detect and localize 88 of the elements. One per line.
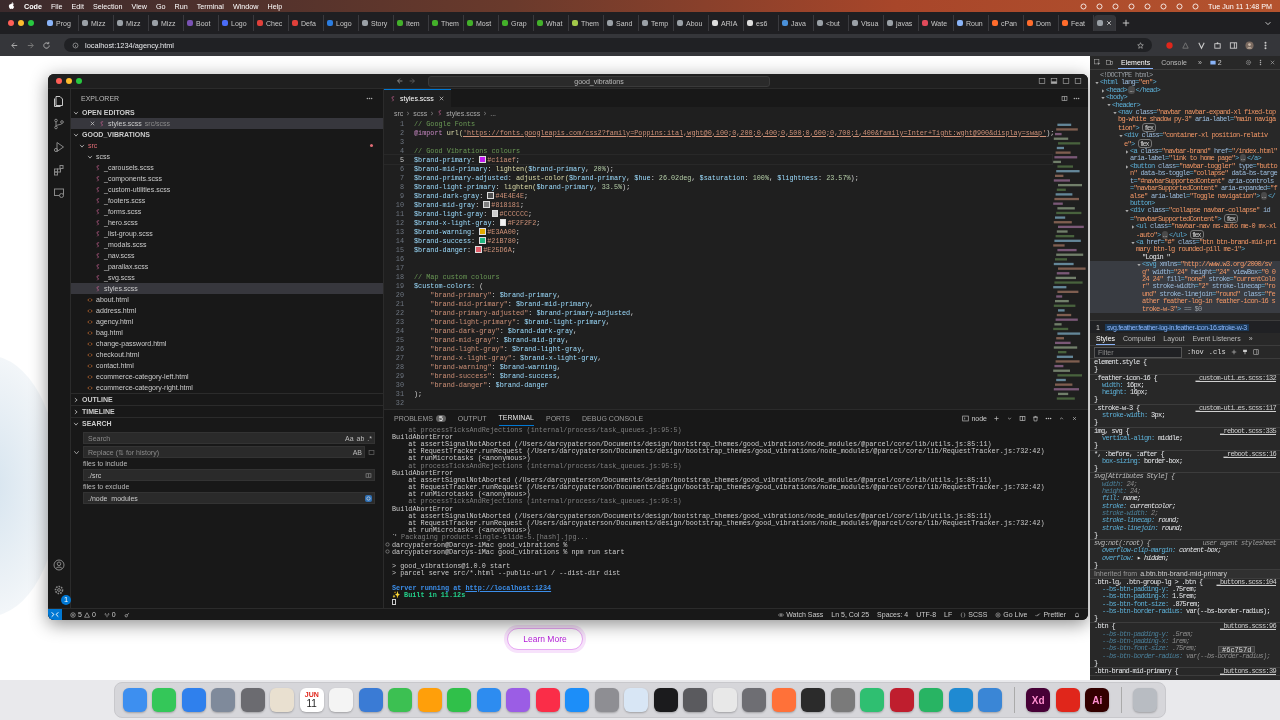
code-file-icon [87,373,93,380]
forward-icon[interactable] [408,77,416,85]
info-icon[interactable] [72,41,79,49]
disclosure-triangle-icon [1125,149,1129,154]
code-file-icon [87,340,93,347]
replace-icon[interactable] [368,448,375,456]
disclosure-triangle-icon [1125,209,1129,213]
new-tab-icon[interactable] [1122,19,1130,27]
forward-icon[interactable] [26,40,35,50]
code-file-icon [87,318,93,325]
code-file-icon [87,384,93,391]
chevron-icon [406,110,411,116]
gear-icon[interactable] [365,494,372,502]
message-icon [1209,59,1216,66]
code-file-icon [87,329,93,336]
close-icon[interactable] [1269,59,1276,66]
learn-more-button[interactable]: Learn More [507,628,583,650]
inspect-icon[interactable] [1094,59,1101,66]
color-swatch[interactable] [483,201,490,208]
code-file-icon [87,362,93,369]
device-toolbar-icon[interactable] [1106,59,1113,66]
sidebar-icon[interactable] [1229,40,1238,50]
eye-icon [778,611,785,618]
account-icon[interactable] [53,559,65,571]
sass-file-icon [99,120,105,127]
browser-tab[interactable] [1094,15,1116,31]
sass-file-icon [390,95,396,102]
maximize-icon[interactable] [1058,414,1065,422]
close-icon[interactable] [89,120,96,127]
chevron-icon [483,110,488,116]
chevron-icon [73,109,79,116]
sass-file-icon [437,110,444,116]
layout-icon[interactable] [1050,77,1058,85]
color-swatch[interactable] [491,210,498,217]
modified-dot [370,144,373,147]
remote-explorer-icon[interactable] [53,187,65,199]
remote-icon[interactable] [48,609,62,620]
chevron-down-icon[interactable] [1264,19,1272,27]
back-icon[interactable] [396,77,404,85]
color-swatch[interactable] [475,246,482,253]
extensions-icon[interactable] [53,164,65,176]
avatar-icon[interactable] [1245,40,1254,50]
files-icon[interactable] [53,95,65,107]
antenna-icon [103,611,110,618]
layout-icon[interactable] [1038,77,1046,85]
source-control-icon[interactable] [53,118,65,130]
terminal-icon [962,414,970,422]
apple-icon[interactable] [8,2,15,10]
brush-icon[interactable] [1241,349,1248,355]
double-check-icon [1035,611,1042,618]
code-file-icon [87,351,93,358]
disclosure-triangle-icon [1125,164,1129,169]
color-swatch[interactable] [479,228,486,235]
color-swatch[interactable] [479,156,486,163]
sidebar-icon[interactable] [1252,349,1259,355]
braces-icon [960,611,967,618]
app-icon[interactable] [801,688,826,712]
split-icon[interactable] [1019,414,1026,422]
app-icon[interactable]: Xd [1026,688,1051,712]
color-swatch[interactable] [487,192,494,199]
chevron-icon[interactable] [73,448,80,456]
reload-icon[interactable] [42,40,51,50]
back-icon[interactable] [10,40,19,50]
warning-icon [83,611,90,618]
chevron-down-icon[interactable] [1006,414,1013,422]
chevron-icon [430,110,435,116]
error-icon [70,611,76,618]
color-swatch[interactable] [499,219,507,226]
run-debug-icon[interactable] [53,141,65,153]
broadcast-icon [995,611,1002,618]
code-file-icon [87,296,93,303]
app-icon[interactable]: Ai [1085,688,1110,712]
close-icon[interactable] [437,95,445,102]
close-icon[interactable] [1071,414,1078,422]
star-icon[interactable] [1137,41,1144,49]
plus-icon[interactable] [993,414,1000,422]
code-file-icon [87,307,93,314]
settings-icon[interactable] [1245,59,1252,66]
split-editor-icon[interactable] [1061,94,1068,102]
plus-icon[interactable] [1230,349,1237,355]
settings-icon[interactable] [53,584,65,596]
more-icon[interactable] [1257,59,1264,66]
color-swatch[interactable] [479,237,486,244]
book-icon[interactable] [365,471,372,479]
disclosure-triangle-icon [1131,224,1135,229]
app-icon[interactable] [653,688,678,712]
trash-icon[interactable] [1032,414,1039,422]
terminal-cursor [392,599,396,606]
